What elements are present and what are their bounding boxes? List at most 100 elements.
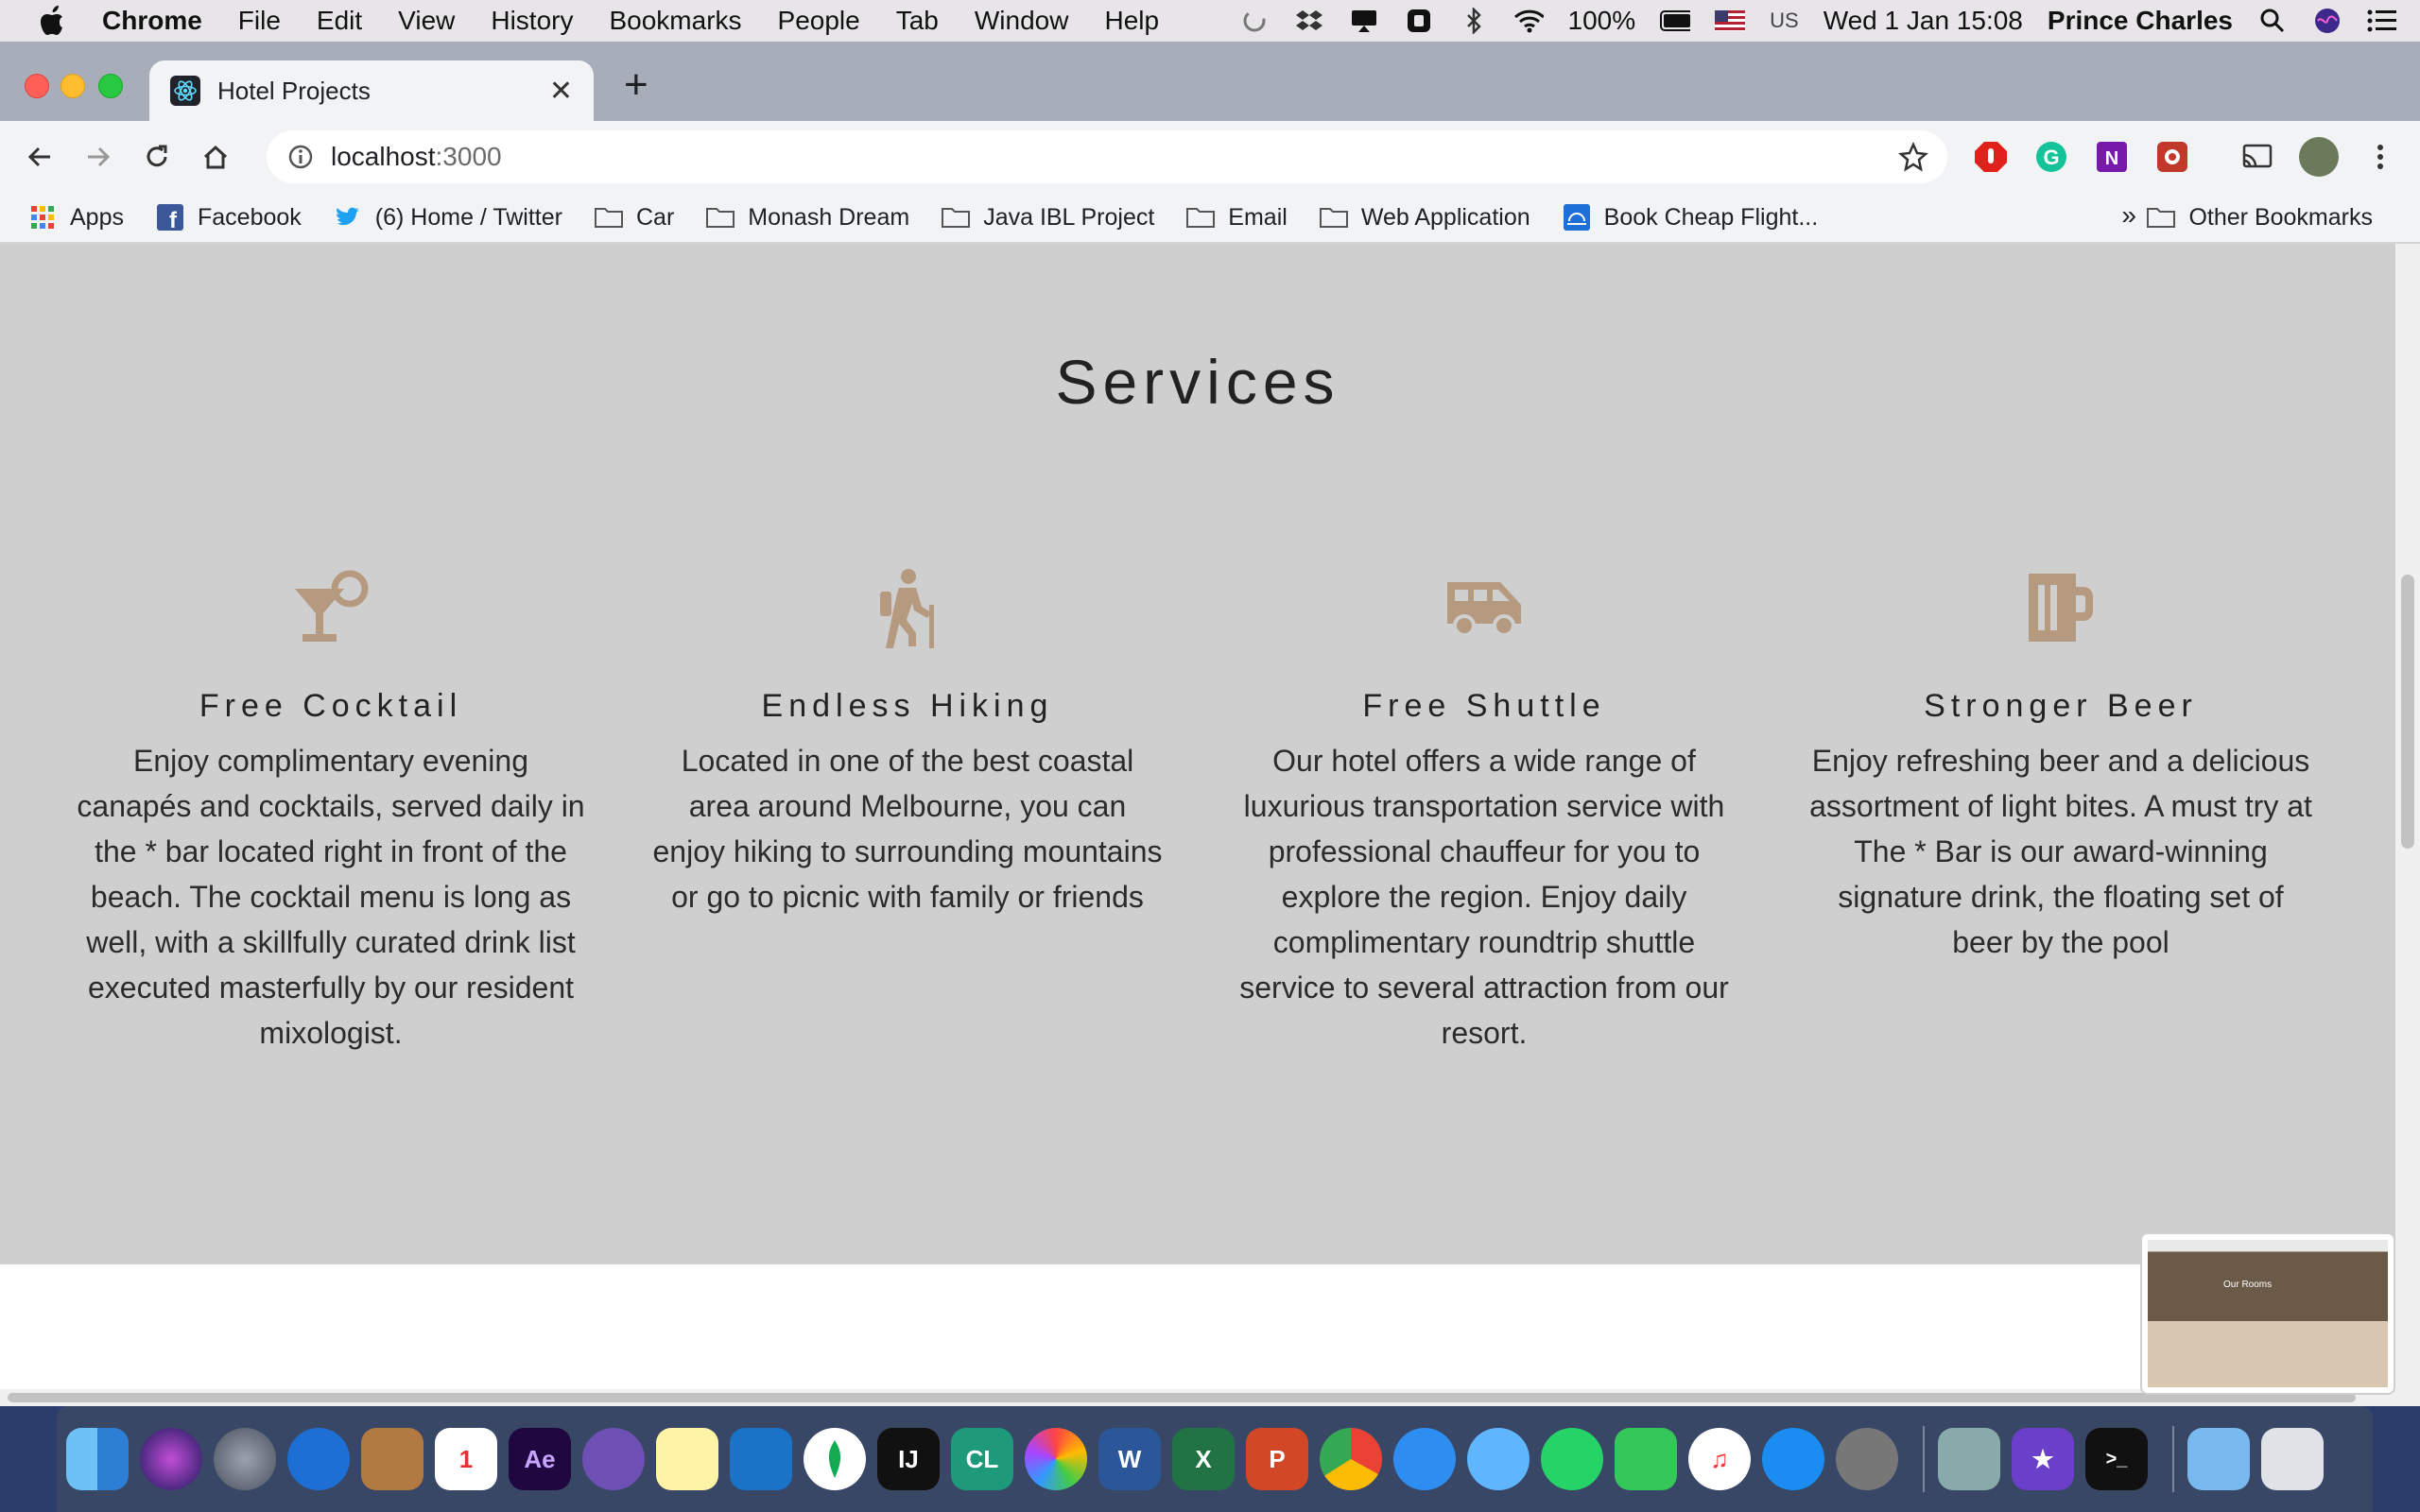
user-name[interactable]: Prince Charles — [2048, 6, 2233, 36]
grammarly-extension-icon[interactable]: G — [2034, 140, 2068, 174]
bookmark-folder-java-ibl-project[interactable]: Java IBL Project — [942, 204, 1154, 232]
wifi-icon[interactable] — [1513, 8, 1544, 34]
bluetooth-icon[interactable] — [1459, 8, 1489, 34]
downloads-folder-icon[interactable] — [2187, 1428, 2250, 1490]
horizontal-scrollbar-thumb[interactable] — [8, 1393, 2356, 1402]
vscode-icon[interactable] — [730, 1428, 792, 1490]
photos-icon[interactable] — [1025, 1428, 1087, 1490]
adblock-extension-icon[interactable] — [1974, 140, 2008, 174]
folder-icon — [942, 205, 971, 230]
clion-icon[interactable]: CL — [951, 1428, 1013, 1490]
bookmark-book-cheap-flight[interactable]: Book Cheap Flight... — [1563, 204, 1818, 232]
more-bookmarks-chevron-icon[interactable]: » — [2121, 200, 2136, 231]
menu-history[interactable]: History — [491, 6, 573, 36]
menu-bookmarks[interactable]: Bookmarks — [609, 6, 741, 36]
system-preferences-icon[interactable] — [1836, 1428, 1898, 1490]
safari-icon[interactable] — [1393, 1428, 1456, 1490]
chrome-icon[interactable] — [1320, 1428, 1382, 1490]
after-effects-icon[interactable]: Ae — [509, 1428, 571, 1490]
menu-people[interactable]: People — [778, 6, 860, 36]
window-zoom-button[interactable] — [98, 74, 123, 98]
facetime-icon[interactable] — [1615, 1428, 1677, 1490]
quicktime-icon[interactable] — [287, 1428, 350, 1490]
new-tab-button[interactable]: + — [624, 64, 648, 106]
dropbox-icon[interactable] — [1294, 8, 1324, 34]
apple-menu-icon[interactable] — [38, 6, 70, 36]
profile-avatar[interactable] — [2299, 137, 2339, 177]
home-button[interactable] — [197, 138, 234, 176]
menu-tab[interactable]: Tab — [896, 6, 939, 36]
word-icon[interactable]: W — [1098, 1428, 1161, 1490]
trash-icon[interactable] — [2261, 1428, 2324, 1490]
dock-separator — [2172, 1426, 2174, 1492]
site-info-icon[interactable] — [287, 144, 314, 170]
forward-button[interactable] — [79, 138, 117, 176]
url-text[interactable]: localhost:3000 — [331, 142, 502, 172]
launchpad-icon[interactable] — [214, 1428, 276, 1490]
bookmark-star-icon[interactable] — [1898, 141, 1928, 172]
menu-help[interactable]: Help — [1104, 6, 1159, 36]
bookmark-folder-monash-dream[interactable]: Monash Dream — [706, 204, 909, 232]
tab-close-icon[interactable]: ✕ — [549, 75, 573, 108]
bookmark-label: Java IBL Project — [983, 203, 1155, 231]
menu-edit[interactable]: Edit — [317, 6, 362, 36]
menu-app-chrome[interactable]: Chrome — [102, 6, 202, 36]
bookmark-apps[interactable]: Apps — [28, 204, 124, 232]
mongodb-compass-icon[interactable] — [804, 1428, 866, 1490]
menu-window[interactable]: Window — [975, 6, 1069, 36]
whatsapp-icon[interactable] — [1541, 1428, 1603, 1490]
imovie-icon[interactable]: ★ — [2012, 1428, 2074, 1490]
menu-view[interactable]: View — [398, 6, 455, 36]
bookmark-folder-email[interactable]: Email — [1186, 204, 1288, 232]
tab-hotel-projects[interactable]: Hotel Projects ✕ — [149, 60, 594, 121]
horizontal-scrollbar[interactable] — [0, 1389, 2420, 1406]
menu-bar-status-area: 100% US Wed 1 Jan 15:08 Prince Charles — [1239, 0, 2398, 42]
app-store-icon[interactable] — [1762, 1428, 1824, 1490]
bookmark-facebook[interactable]: f Facebook — [156, 204, 302, 232]
battery-icon[interactable] — [1660, 8, 1691, 34]
siri-icon[interactable] — [2312, 8, 2342, 34]
input-source-label[interactable]: US — [1770, 9, 1799, 33]
siri-dock-icon[interactable] — [140, 1428, 202, 1490]
onenote-extension-icon[interactable]: N — [2095, 140, 2129, 174]
cast-icon[interactable] — [2240, 140, 2274, 174]
app-status-icon[interactable] — [1404, 8, 1434, 34]
itunes-icon[interactable]: ♫ — [1688, 1428, 1751, 1490]
back-button[interactable] — [21, 138, 59, 176]
excel-icon[interactable]: X — [1172, 1428, 1235, 1490]
reload-button[interactable] — [138, 138, 176, 176]
intellij-idea-icon[interactable]: IJ — [877, 1428, 940, 1490]
calendar-icon[interactable]: 1 — [435, 1428, 497, 1490]
bookmark-folder-other-bookmarks[interactable]: Other Bookmarks — [2147, 193, 2373, 242]
preview-icon[interactable] — [1938, 1428, 2000, 1490]
bookmark-folder-web-application[interactable]: Web Application — [1319, 204, 1530, 232]
messages-icon[interactable] — [1467, 1428, 1530, 1490]
bookmark-twitter[interactable]: (6) Home / Twitter — [334, 204, 562, 232]
window-minimize-button[interactable] — [60, 74, 85, 98]
terminal-icon[interactable]: >_ — [2085, 1428, 2148, 1490]
chrome-menu-icon[interactable] — [2363, 140, 2397, 174]
bookmark-folder-car[interactable]: Car — [594, 204, 674, 232]
service-title: Stronger Beer — [1924, 688, 2198, 724]
battery-percent[interactable]: 100% — [1568, 6, 1636, 36]
menu-file[interactable]: File — [238, 6, 281, 36]
menu-bar-clock[interactable]: Wed 1 Jan 15:08 — [1824, 6, 2023, 36]
sync-icon[interactable] — [1239, 8, 1270, 34]
notes-icon[interactable] — [656, 1428, 718, 1490]
screenshot-extension-icon[interactable] — [2155, 140, 2189, 174]
screenshot-preview-thumbnail[interactable]: Our Rooms — [2140, 1232, 2395, 1395]
window-close-button[interactable] — [25, 74, 49, 98]
vertical-scrollbar[interactable] — [2395, 244, 2420, 1389]
vertical-scrollbar-thumb[interactable] — [2401, 575, 2414, 849]
us-flag-icon[interactable] — [1715, 8, 1746, 34]
contacts-icon[interactable] — [361, 1428, 424, 1490]
airplay-display-icon[interactable] — [1349, 8, 1379, 34]
bookmark-label: Other Bookmarks — [2188, 203, 2373, 231]
spotlight-search-icon[interactable] — [2257, 8, 2288, 34]
github-desktop-icon[interactable] — [582, 1428, 645, 1490]
address-bar[interactable]: localhost:3000 — [267, 130, 1947, 183]
finder-icon[interactable] — [66, 1428, 129, 1490]
powerpoint-icon[interactable]: P — [1246, 1428, 1308, 1490]
notification-center-icon[interactable] — [2367, 8, 2397, 34]
web-page-viewport: Services Free Cocktail Enjoy complimenta… — [0, 244, 2395, 1389]
